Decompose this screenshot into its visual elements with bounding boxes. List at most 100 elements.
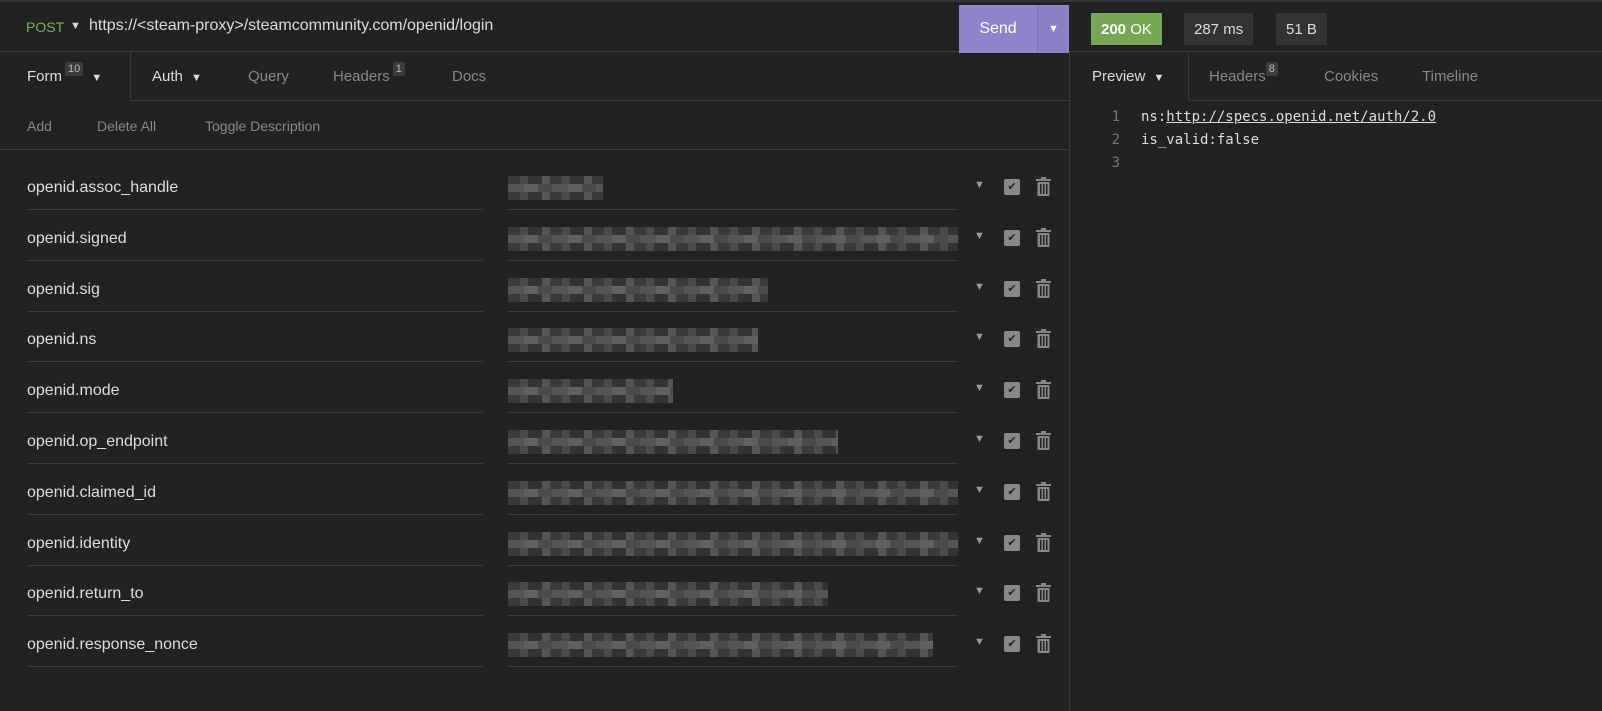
redacted-value — [508, 582, 828, 607]
form-row: openid.response_nonce ▼ ✔ — [0, 621, 1069, 672]
tab-label: Auth — [152, 68, 183, 85]
trash-icon[interactable] — [1035, 278, 1052, 298]
trash-icon[interactable] — [1035, 532, 1052, 552]
form-row: openid.claimed_id ▼ ✔ — [0, 469, 1069, 520]
enabled-checkbox[interactable]: ✔ — [1004, 433, 1020, 449]
status-text: OK — [1130, 20, 1152, 38]
send-button[interactable]: Send — [959, 5, 1037, 53]
trash-icon[interactable] — [1035, 481, 1052, 501]
param-value-input[interactable] — [508, 215, 958, 261]
url-input[interactable]: https://<steam-proxy>/steamcommunity.com… — [89, 17, 493, 35]
method-caret-icon[interactable]: ▼ — [70, 20, 81, 32]
time-badge: 287 ms — [1184, 13, 1254, 45]
enabled-checkbox[interactable]: ✔ — [1004, 179, 1020, 195]
param-name-input[interactable]: openid.assoc_handle — [27, 164, 483, 210]
method-selector[interactable]: POST — [26, 19, 64, 35]
tab-query[interactable]: Query — [248, 68, 289, 85]
param-name-input[interactable]: openid.return_to — [27, 570, 483, 617]
value-type-caret-icon[interactable]: ▼ — [974, 281, 985, 293]
param-name-input[interactable]: openid.identity — [27, 520, 483, 566]
caret-down-icon: ▼ — [191, 72, 202, 84]
redacted-value — [508, 277, 768, 302]
redacted-value — [508, 531, 958, 556]
form-row: openid.mode ▼ ✔ — [0, 367, 1069, 418]
trash-icon[interactable] — [1035, 329, 1052, 349]
param-value-input[interactable] — [508, 418, 958, 464]
tab-docs[interactable]: Docs — [452, 68, 486, 85]
param-name-input[interactable]: openid.op_endpoint — [27, 418, 483, 464]
param-value-input[interactable] — [508, 469, 958, 515]
trash-icon[interactable] — [1035, 227, 1052, 247]
trash-icon[interactable] — [1035, 634, 1052, 654]
form-row: openid.return_to ▼ ✔ — [0, 570, 1069, 621]
value-type-caret-icon[interactable]: ▼ — [974, 433, 985, 445]
param-name-input[interactable]: openid.mode — [27, 367, 483, 414]
pane-divider[interactable] — [1069, 52, 1070, 711]
redacted-value — [508, 379, 673, 404]
enabled-checkbox[interactable]: ✔ — [1004, 534, 1020, 551]
value-type-caret-icon[interactable]: ▼ — [974, 484, 985, 496]
code-link[interactable]: http://specs.openid.net/auth/2.0 — [1166, 109, 1436, 125]
form-row: openid.assoc_handle ▼ ✔ — [0, 164, 1069, 215]
tab-auth[interactable]: Auth ▼ — [152, 68, 202, 85]
value-type-caret-icon[interactable]: ▼ — [974, 585, 985, 597]
tab-headers[interactable]: Headers 1 — [333, 62, 405, 85]
tab-badge: 8 — [1265, 62, 1278, 76]
value-type-caret-icon[interactable]: ▼ — [974, 230, 985, 242]
param-name-input[interactable]: openid.signed — [27, 215, 483, 261]
value-type-caret-icon[interactable]: ▼ — [974, 331, 985, 343]
value-type-caret-icon[interactable]: ▼ — [974, 179, 985, 191]
param-value-input[interactable] — [508, 570, 958, 617]
param-name-input[interactable]: openid.response_nonce — [27, 621, 483, 668]
request-tabs: Form 10 ▼ Auth ▼ Query Headers 1 Docs — [0, 52, 1069, 101]
trash-icon[interactable] — [1035, 431, 1052, 450]
param-name-input[interactable]: openid.claimed_id — [27, 469, 483, 515]
code-line: 3 — [1100, 152, 1436, 175]
redacted-value — [508, 328, 758, 353]
tab-badge: 10 — [65, 62, 84, 76]
value-type-caret-icon[interactable]: ▼ — [974, 535, 985, 547]
tab-timeline[interactable]: Timeline — [1422, 68, 1478, 85]
redacted-value — [508, 226, 958, 251]
status-badge: 200 OK — [1091, 13, 1162, 45]
code-text: ns: — [1141, 109, 1167, 125]
toggle-description-button[interactable]: Toggle Description — [205, 118, 320, 134]
param-value-input[interactable] — [508, 621, 958, 668]
delete-all-button[interactable]: Delete All — [97, 118, 156, 134]
trash-icon[interactable] — [1035, 177, 1052, 196]
form-row: openid.signed ▼ ✔ — [0, 215, 1069, 266]
param-name-input[interactable]: openid.ns — [27, 316, 483, 363]
param-value-input[interactable] — [508, 164, 958, 210]
param-value-input[interactable] — [508, 367, 958, 414]
enabled-checkbox[interactable]: ✔ — [1004, 229, 1020, 246]
enabled-checkbox[interactable]: ✔ — [1004, 636, 1020, 653]
tab-label: Form — [27, 68, 62, 85]
size-badge: 51 B — [1276, 13, 1327, 45]
tab-form[interactable]: Form 10 ▼ — [27, 62, 102, 85]
value-type-caret-icon[interactable]: ▼ — [974, 636, 985, 648]
param-value-input[interactable] — [508, 266, 958, 312]
enabled-checkbox[interactable]: ✔ — [1004, 280, 1020, 297]
enabled-checkbox[interactable]: ✔ — [1004, 382, 1020, 399]
code-text: is_valid:false — [1141, 132, 1260, 148]
send-options-caret-icon[interactable]: ▼ — [1037, 5, 1069, 53]
trash-icon[interactable] — [1035, 380, 1052, 400]
add-button[interactable]: Add — [27, 118, 52, 134]
param-name-input[interactable]: openid.sig — [27, 266, 483, 312]
trash-icon[interactable] — [1035, 583, 1052, 603]
tab-cookies[interactable]: Cookies — [1324, 68, 1378, 85]
value-type-caret-icon[interactable]: ▼ — [974, 382, 985, 394]
tab-preview[interactable]: Preview ▼ — [1092, 68, 1164, 85]
form-row: openid.identity ▼ ✔ — [0, 520, 1069, 571]
url-bar: POST ▼ https://<steam-proxy>/steamcommun… — [0, 0, 1602, 53]
enabled-checkbox[interactable]: ✔ — [1004, 331, 1020, 348]
tab-response-headers[interactable]: Headers 8 — [1209, 62, 1278, 85]
form-row: openid.op_endpoint ▼ ✔ — [0, 418, 1069, 469]
param-value-input[interactable] — [508, 316, 958, 363]
redacted-value — [508, 633, 933, 658]
enabled-checkbox[interactable]: ✔ — [1004, 585, 1020, 602]
form-toolbar: Add Delete All Toggle Description — [0, 100, 1069, 150]
enabled-checkbox[interactable]: ✔ — [1004, 483, 1020, 500]
param-value-input[interactable] — [508, 520, 958, 566]
form-row: openid.ns ▼ ✔ — [0, 316, 1069, 367]
